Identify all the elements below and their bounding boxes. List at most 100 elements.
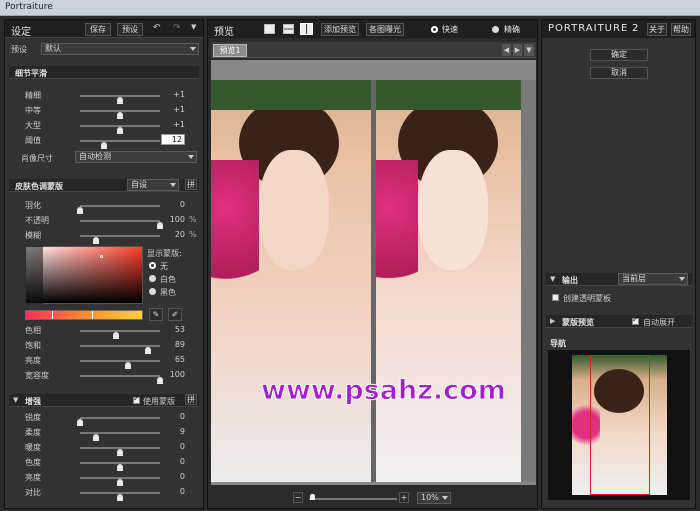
output-dropdown[interactable]: 当前层	[618, 273, 688, 285]
output-section-header[interactable]: ▼ 输出 当前层	[546, 273, 692, 286]
slider-knob[interactable]	[117, 449, 123, 456]
navigator-viewport-box[interactable]	[590, 355, 650, 495]
help-button[interactable]: 帮助	[671, 23, 691, 36]
slider-track[interactable]	[77, 417, 160, 426]
hue-range-bar[interactable]	[25, 310, 143, 320]
slider-knob[interactable]	[157, 222, 163, 229]
slider-track[interactable]	[80, 447, 160, 456]
slider-track[interactable]	[80, 125, 160, 134]
before-after-button[interactable]: 各图曝光	[366, 23, 404, 36]
flower-shape	[376, 160, 418, 320]
slider-value[interactable]: 12	[161, 134, 185, 145]
tab-scroll-left-icon[interactable]: ◀	[502, 44, 511, 56]
mask-black-label: 黑色	[160, 288, 176, 297]
enhance-eyedropper-button[interactable]: 拼	[185, 394, 197, 405]
mask-white-radio[interactable]	[149, 275, 156, 282]
slider-value: 100	[169, 370, 185, 379]
undo-icon[interactable]: ↶	[153, 23, 161, 33]
tab-menu-icon[interactable]: ▼	[524, 44, 534, 56]
color-picker-cursor[interactable]	[100, 255, 103, 258]
slider-label: 中等	[25, 106, 41, 115]
slider-row-1: 不透明 100%	[25, 215, 197, 229]
eyedropper-add-button[interactable]: ✎	[149, 308, 163, 321]
zoom-in-button[interactable]: +	[399, 492, 409, 503]
slider-track[interactable]	[80, 432, 160, 441]
title-bar: Portraiture	[0, 0, 700, 16]
add-preview-button[interactable]: 添加预览	[321, 23, 359, 36]
slider-track[interactable]	[80, 477, 160, 486]
zoom-out-button[interactable]: −	[293, 492, 303, 503]
preset-button[interactable]: 预设	[117, 23, 143, 36]
slider-track[interactable]	[80, 492, 160, 501]
slider-track[interactable]	[80, 330, 160, 339]
slider-knob[interactable]	[77, 207, 83, 214]
slider-knob[interactable]	[113, 332, 119, 339]
mask-black-radio[interactable]	[149, 288, 156, 295]
zoom-slider-track[interactable]	[309, 498, 397, 500]
tab-preview-1[interactable]: 预览1	[213, 44, 247, 57]
slider-knob[interactable]	[117, 127, 123, 134]
skin-mask-section-header[interactable]: 皮肤色调蒙版 自设 拼	[9, 179, 199, 192]
zoom-slider-knob[interactable]	[310, 494, 315, 500]
slider-track[interactable]	[80, 95, 160, 104]
slider-knob[interactable]	[157, 377, 163, 384]
slider-track[interactable]	[80, 140, 160, 149]
detail-section-header[interactable]: 细节平滑	[9, 66, 199, 79]
slider-track[interactable]	[80, 220, 163, 229]
zoom-value: 10%	[421, 493, 439, 502]
split-horizontal-icon[interactable]	[283, 24, 294, 34]
enhance-section-header[interactable]: ▼ 增强 使用蒙版 拼	[9, 394, 199, 407]
mask-preview-section-header[interactable]: ▶ 蒙版预览 自动展开	[546, 315, 692, 328]
cancel-button[interactable]: 取消	[590, 67, 648, 79]
skin-eyedropper-button[interactable]: 拼	[185, 179, 197, 190]
slider-value: 0	[179, 487, 185, 496]
slider-label: 色相	[25, 326, 41, 335]
save-button[interactable]: 保存	[85, 23, 111, 36]
preview-canvas[interactable]: www.psahz.com	[211, 60, 536, 485]
slider-track[interactable]	[80, 375, 163, 384]
slider-knob[interactable]	[117, 112, 123, 119]
redo-icon[interactable]: ↷	[173, 23, 181, 33]
fast-radio[interactable]	[431, 26, 438, 33]
mask-none-radio[interactable]	[149, 262, 156, 269]
slider-knob[interactable]	[77, 419, 83, 426]
about-button[interactable]: 关于	[647, 23, 667, 36]
transparent-mask-checkbox[interactable]	[552, 294, 559, 301]
precise-radio[interactable]	[492, 26, 499, 33]
hue-marker-left[interactable]	[52, 311, 53, 319]
slider-knob[interactable]	[125, 362, 131, 369]
slider-track[interactable]	[80, 110, 160, 119]
tab-scroll-right-icon[interactable]: ▶	[513, 44, 522, 56]
slider-knob[interactable]	[93, 434, 99, 441]
single-view-icon[interactable]	[264, 24, 275, 34]
slider-unit: %	[189, 215, 197, 224]
precise-label: 精确	[504, 25, 520, 34]
slider-track[interactable]	[77, 205, 160, 214]
portrait-size-dropdown[interactable]: 自动检测	[75, 151, 197, 163]
auto-expand-checkbox[interactable]	[632, 315, 639, 325]
eyedropper-sub-button[interactable]: ✐	[168, 308, 182, 321]
slider-value: 100	[169, 215, 185, 224]
skin-mode-dropdown[interactable]: 自设	[127, 179, 179, 191]
slider-knob[interactable]	[145, 347, 151, 354]
slider-knob[interactable]	[117, 97, 123, 104]
settings-label: 设定	[11, 27, 31, 38]
slider-knob[interactable]	[101, 142, 107, 149]
slider-knob[interactable]	[117, 464, 123, 471]
slider-track[interactable]	[80, 462, 160, 471]
slider-knob[interactable]	[117, 479, 123, 486]
split-vertical-icon[interactable]	[300, 23, 313, 35]
slider-track[interactable]	[80, 235, 160, 244]
slider-track[interactable]	[80, 360, 160, 369]
slider-knob[interactable]	[117, 494, 123, 501]
ok-button[interactable]: 确定	[590, 49, 648, 61]
preset-dropdown[interactable]: 默认	[41, 43, 199, 55]
hue-marker-right[interactable]	[92, 311, 93, 319]
app-frame: 设定 保存 预设 ↶ ↷ ▼ 预设 默认 细节平滑 精细 +1 中等 +1 大型 +1 阈值…	[0, 16, 700, 511]
use-mask-checkbox[interactable]	[133, 394, 140, 404]
center-panel: 预览 添加预览 各图曝光 快速 精确 预览1 ◀ ▶ ▼ www.psahz.c…	[207, 19, 538, 509]
slider-knob[interactable]	[93, 237, 99, 244]
menu-chevron-icon[interactable]: ▼	[191, 23, 196, 31]
zoom-dropdown[interactable]: 10%	[417, 492, 451, 504]
slider-track[interactable]	[80, 345, 160, 354]
